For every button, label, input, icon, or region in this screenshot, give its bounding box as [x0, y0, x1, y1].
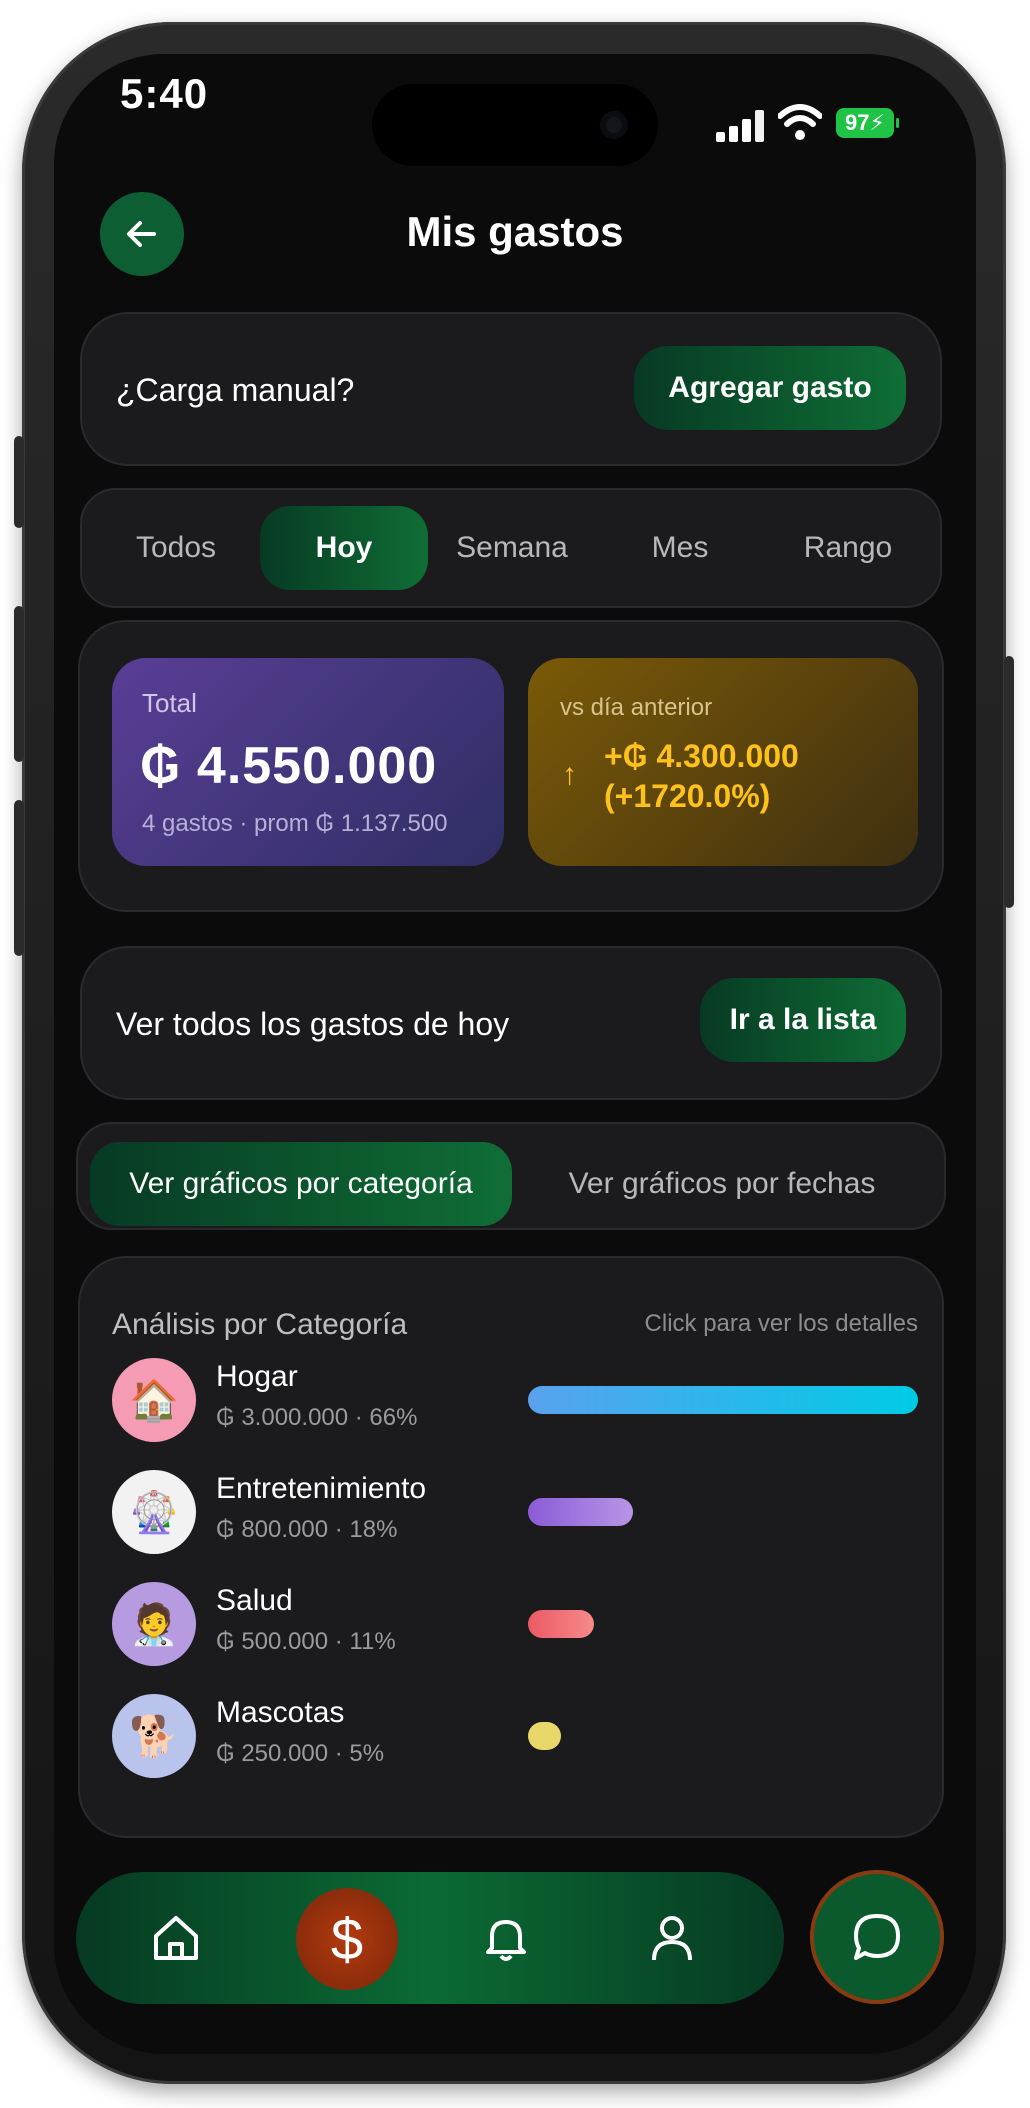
manual-entry-label: ¿Carga manual?	[116, 372, 355, 408]
total-amount: ₲ 4.550.000	[140, 737, 438, 795]
category-name: Hogar	[216, 1360, 298, 1393]
tab-hoy[interactable]: Hoy	[260, 506, 428, 590]
category-bar	[528, 1498, 633, 1526]
tab-todos[interactable]: Todos	[92, 506, 260, 590]
category-bar-track	[528, 1386, 918, 1414]
go-to-list-button[interactable]: Ir a la lista	[700, 978, 906, 1062]
page-title: Mis gastos	[406, 208, 624, 255]
category-bar-track	[528, 1722, 918, 1750]
category-charts-toggle[interactable]: Ver gráficos por categoría	[90, 1142, 512, 1226]
category-row[interactable]: 🏠 Hogar ₲ 3.000.000 · 66%	[112, 1358, 918, 1444]
doctor-icon: 🧑‍⚕️	[112, 1582, 196, 1666]
battery-icon: 97⚡	[836, 108, 899, 138]
bell-icon[interactable]	[480, 1912, 532, 1964]
dog-icon: 🐕	[112, 1694, 196, 1778]
category-bar-track	[528, 1498, 918, 1526]
chat-bubble-icon	[854, 1914, 900, 1960]
analysis-title: Análisis por Categoría	[112, 1308, 408, 1341]
date-charts-toggle[interactable]: Ver gráficos por fechas	[512, 1142, 932, 1226]
category-row[interactable]: 🐕 Mascotas ₲ 250.000 · 5%	[112, 1694, 918, 1780]
category-row[interactable]: 🧑‍⚕️ Salud ₲ 500.000 · 11%	[112, 1582, 918, 1668]
comparison-amount: +₲ 4.300.000	[604, 738, 799, 774]
home-icon[interactable]	[150, 1912, 202, 1964]
arrow-up-icon: ↑	[562, 758, 577, 791]
comparison-label: vs día anterior	[560, 694, 713, 721]
chat-button[interactable]	[810, 1870, 944, 2004]
category-bar-track	[528, 1610, 918, 1638]
cellular-signal-icon	[716, 110, 764, 142]
view-list-label: Ver todos los gastos de hoy	[116, 1006, 510, 1042]
comparison-card: vs día anterior ↑ +₲ 4.300.000 (+1720.0%…	[528, 658, 918, 866]
phone-power-button	[1004, 656, 1014, 908]
category-name: Salud	[216, 1584, 293, 1617]
camera-icon	[600, 111, 628, 139]
phone-volume-up-button	[14, 606, 24, 762]
bottom-nav: $	[76, 1872, 784, 2004]
comparison-percent: (+1720.0%)	[604, 778, 771, 814]
category-name: Mascotas	[216, 1696, 345, 1729]
category-bar	[528, 1722, 561, 1750]
tab-semana[interactable]: Semana	[428, 506, 596, 590]
category-name: Entretenimiento	[216, 1472, 427, 1505]
total-card: Total ₲ 4.550.000 4 gastos · prom ₲ 1.13…	[112, 658, 504, 866]
category-row[interactable]: 🎡 Entretenimiento ₲ 800.000 · 18%	[112, 1470, 918, 1556]
dollar-icon[interactable]: $	[296, 1888, 398, 1990]
wifi-icon	[778, 104, 822, 140]
category-bar	[528, 1386, 918, 1414]
tab-rango[interactable]: Rango	[764, 506, 932, 590]
category-amount: ₲ 3.000.000 · 66%	[216, 1404, 418, 1431]
add-expense-button[interactable]: Agregar gasto	[634, 346, 906, 430]
category-amount: ₲ 250.000 · 5%	[216, 1740, 385, 1767]
tab-mes[interactable]: Mes	[596, 506, 764, 590]
category-amount: ₲ 500.000 · 11%	[216, 1628, 396, 1655]
category-amount: ₲ 800.000 · 18%	[216, 1516, 398, 1543]
analysis-hint: Click para ver los detalles	[644, 1310, 918, 1337]
total-subtitle: 4 gastos · prom ₲ 1.137.500	[142, 810, 448, 837]
user-icon[interactable]	[646, 1912, 698, 1964]
phone-volume-down-button	[14, 800, 24, 956]
total-label: Total	[142, 688, 197, 718]
category-bar	[528, 1610, 594, 1638]
status-time: 5:40	[120, 70, 209, 117]
house-icon: 🏠	[112, 1358, 196, 1442]
comparison-value: +₲ 4.300.000 (+1720.0%)	[604, 736, 799, 816]
battery-level: 97	[845, 110, 870, 135]
ferris-wheel-icon: 🎡	[112, 1470, 196, 1554]
dynamic-island	[372, 84, 658, 166]
phone-mute-button	[14, 436, 24, 528]
